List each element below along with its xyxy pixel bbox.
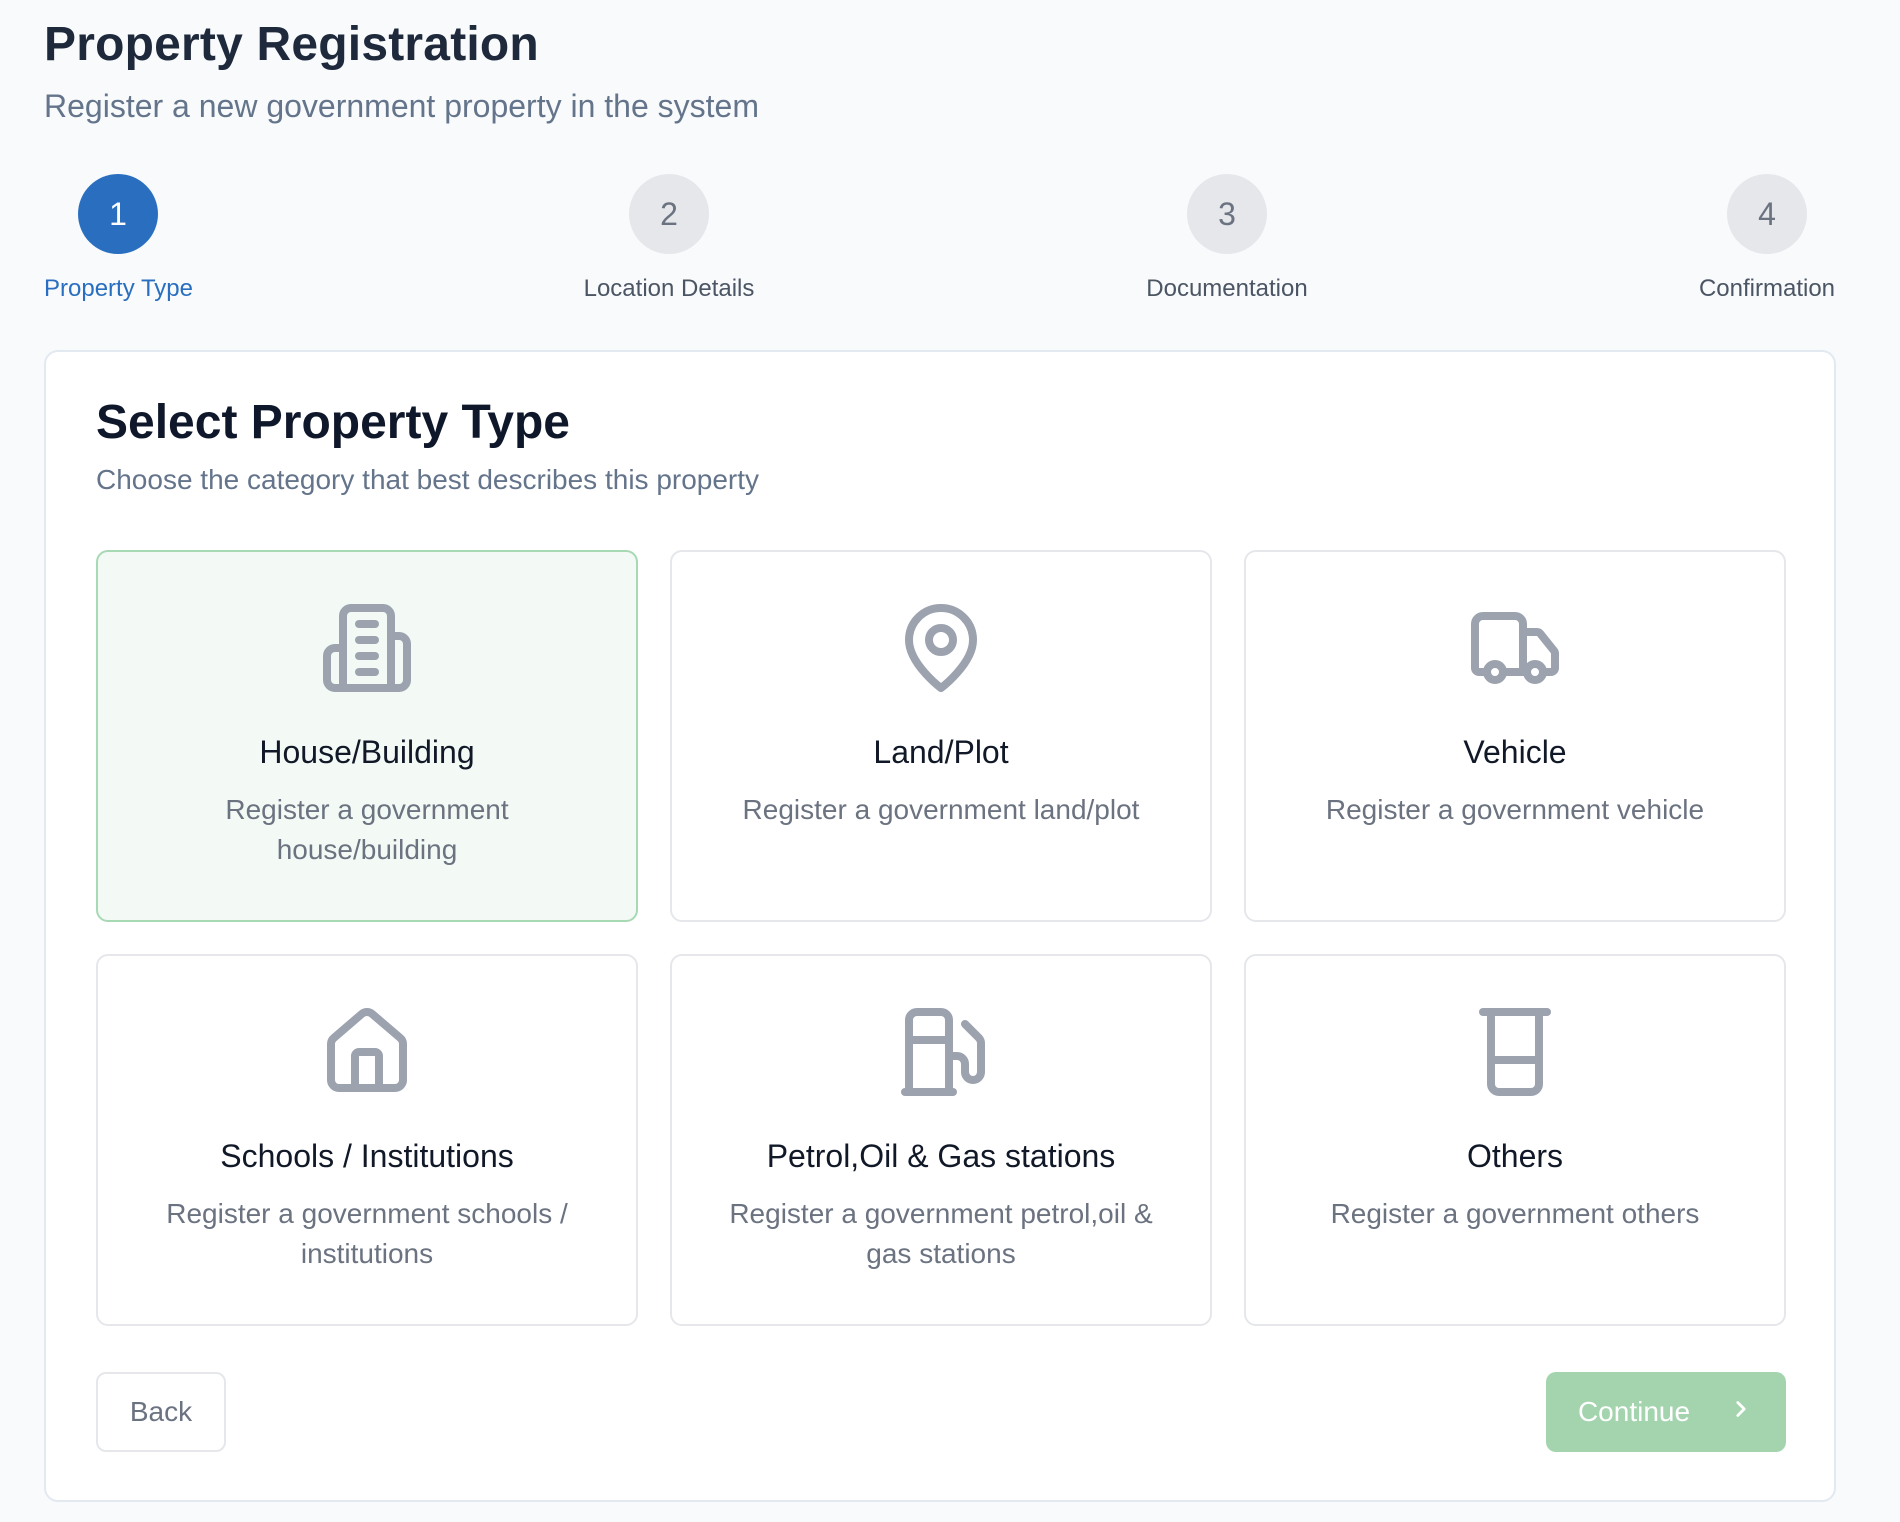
option-description: Register a government others [1330, 1198, 1700, 1229]
step-number: 3 [1187, 174, 1267, 254]
option-description: Register a government petrol,oil & gas s… [729, 1198, 1153, 1269]
step-property-type[interactable]: 1 Property Type [44, 174, 193, 306]
option-title: House/Building [259, 734, 475, 770]
property-type-option-petrol-oil-gas[interactable]: Petrol,Oil & Gas stations Register a gov… [670, 954, 1212, 1326]
continue-button-label: Continue [1577, 1396, 1691, 1427]
step-confirmation[interactable]: 4 Confirmation [1617, 174, 1900, 306]
property-type-option-schools-institutions[interactable]: Schools / Institutions Register a govern… [96, 954, 638, 1326]
step-number: 2 [629, 174, 709, 254]
back-button[interactable]: Back [96, 1372, 226, 1452]
step-number: 4 [1727, 174, 1807, 254]
option-description: Register a government vehicle [1325, 794, 1705, 825]
property-type-option-land-plot[interactable]: Land/Plot Register a government land/plo… [670, 550, 1212, 922]
container-icon [1467, 1004, 1563, 1100]
home-icon [319, 1004, 415, 1100]
option-title: Schools / Institutions [220, 1138, 514, 1174]
map-pin-icon [893, 600, 989, 696]
property-type-card: Select Property Type Choose the category… [44, 350, 1836, 1502]
step-label: Documentation [1146, 275, 1308, 302]
section-subtitle: Choose the category that best describes … [96, 464, 760, 495]
option-description: Register a government schools / institut… [166, 1198, 568, 1269]
step-documentation[interactable]: 3 Documentation [1077, 174, 1377, 306]
page-header: Property Registration Register a new gov… [44, 16, 759, 126]
step-label: Location Details [583, 275, 755, 302]
page: Property Registration Register a new gov… [0, 0, 1900, 1522]
property-type-option-vehicle[interactable]: Vehicle Register a government vehicle [1244, 550, 1786, 922]
step-location-details[interactable]: 2 Location Details [519, 174, 819, 306]
step-number: 1 [78, 174, 158, 254]
chevron-right-icon [1728, 1396, 1754, 1429]
property-type-grid: House/Building Register a government hou… [96, 550, 1786, 1326]
truck-icon [1467, 600, 1563, 696]
property-type-option-others[interactable]: Others Register a government others [1244, 954, 1786, 1326]
page-title: Property Registration [44, 18, 539, 71]
step-label: Confirmation [1698, 275, 1836, 302]
section-title: Select Property Type [96, 396, 570, 449]
continue-button[interactable]: Continue [1546, 1372, 1786, 1452]
property-type-option-house-building[interactable]: House/Building Register a government hou… [96, 550, 638, 922]
option-title: Others [1466, 1138, 1564, 1174]
option-description: Register a government house/building [225, 794, 509, 865]
page-subtitle: Register a new government property in th… [44, 88, 759, 124]
step-label: Property Type [44, 275, 193, 302]
building-icon [319, 600, 415, 696]
option-title: Petrol,Oil & Gas stations [766, 1138, 1116, 1174]
option-title: Vehicle [1463, 734, 1567, 770]
option-description: Register a government land/plot [742, 794, 1140, 825]
back-button-label: Back [129, 1396, 193, 1427]
fuel-icon [893, 1004, 989, 1100]
option-title: Land/Plot [873, 734, 1009, 770]
